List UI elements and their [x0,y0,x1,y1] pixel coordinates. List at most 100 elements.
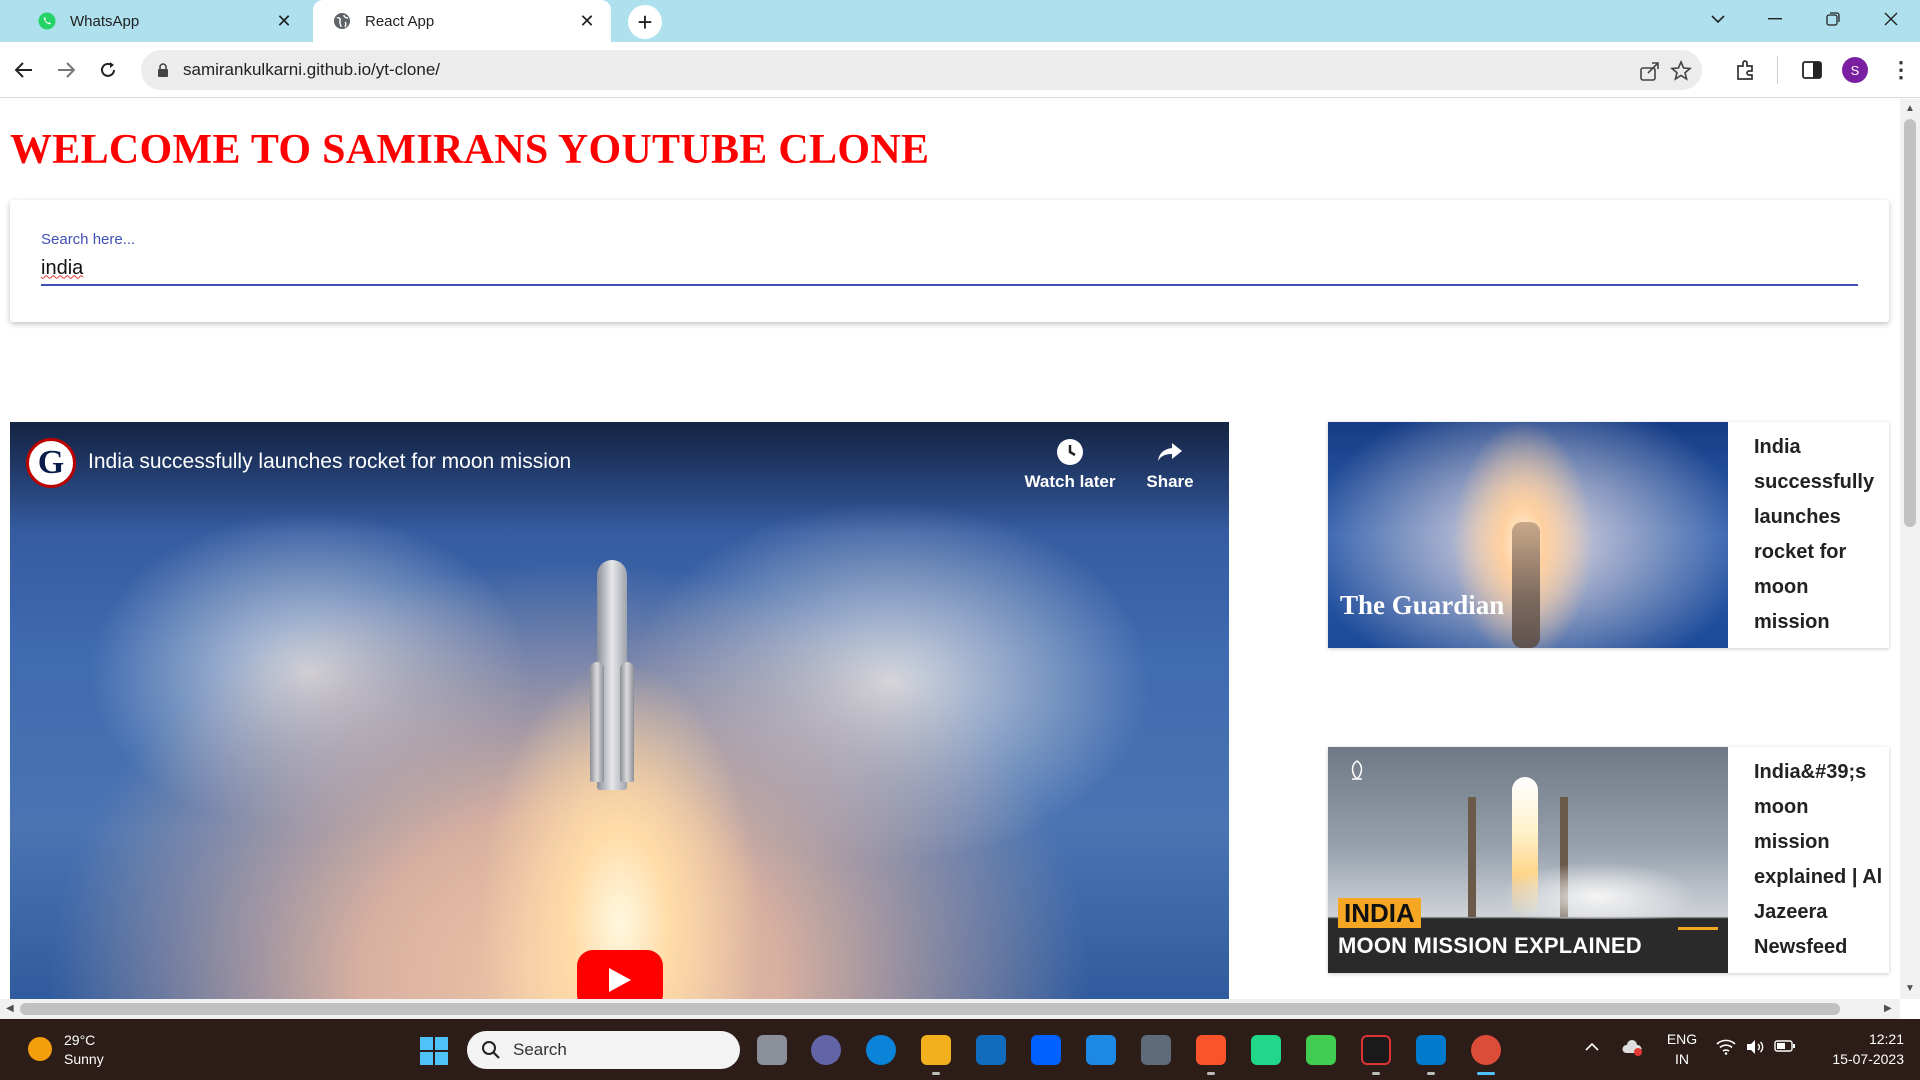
myhp-icon[interactable] [1086,1035,1116,1065]
sun-weather-icon[interactable] [28,1037,52,1061]
video-title[interactable]: India successfully launches rocket for m… [88,450,571,474]
weather-description[interactable]: Sunny [64,1051,104,1067]
video-thumbnail[interactable]: The Guardian [1328,422,1728,648]
volume-icon[interactable] [1745,1039,1765,1059]
minimize-icon[interactable] [1752,0,1798,38]
browser-tab-strip: WhatsApp ✕ React App ✕ + [0,0,1920,42]
browser-menu-icon[interactable]: ⋮ [1890,56,1912,84]
chevron-up-icon[interactable] [1584,1039,1604,1059]
related-video-title[interactable]: India successfully launches rocket for m… [1754,430,1889,640]
search-label: Search here... [41,231,136,248]
mail-icon[interactable] [976,1035,1006,1065]
guardian-logo: The Guardian [1340,590,1505,620]
related-video-item[interactable]: The Guardian India successfully launches… [1328,422,1889,648]
weather-temperature[interactable]: 29°C [64,1032,95,1048]
vertical-scrollbar[interactable]: ▲ ▼ [1900,99,1920,999]
video-player[interactable]: G India successfully launches rocket for… [10,422,1229,999]
whatsapp-icon [38,12,56,30]
address-bar[interactable]: samirankulkarni.github.io/yt-clone/ [141,50,1702,90]
tab-search-chevron-icon[interactable] [1695,0,1741,38]
watch-later-button[interactable]: Watch later [1020,438,1120,492]
brave-browser-icon[interactable] [1196,1035,1226,1065]
tab-title: React App [365,12,435,30]
rocket-booster-left [590,662,604,782]
pycharm-icon[interactable] [1251,1035,1281,1065]
share-page-icon[interactable] [1638,59,1662,83]
scroll-up-arrow-icon[interactable]: ▲ [1905,103,1915,114]
accent-line [1678,927,1718,930]
extensions-puzzle-icon[interactable] [1734,58,1758,82]
search-card: Search here... [10,200,1889,322]
terminal-icon[interactable] [1361,1035,1391,1065]
scroll-left-arrow-icon[interactable]: ◀ [6,1003,14,1014]
play-icon [609,968,631,992]
running-indicator [1372,1072,1380,1075]
profile-avatar[interactable]: S [1842,57,1868,83]
lock-icon [158,63,168,77]
language-region[interactable]: IN [1664,1051,1700,1067]
wifi-icon[interactable] [1716,1039,1736,1059]
scroll-down-arrow-icon[interactable]: ▼ [1905,983,1915,994]
running-indicator [932,1072,940,1075]
close-tab-icon[interactable]: ✕ [274,11,294,32]
reload-icon[interactable] [90,52,126,88]
toolbar-divider [1777,56,1778,84]
qt-creator-icon[interactable] [1306,1035,1336,1065]
play-button[interactable] [577,950,663,999]
windows-start-icon[interactable] [420,1037,448,1065]
chrome-icon[interactable] [1471,1035,1501,1065]
back-arrow-icon[interactable] [6,52,42,88]
globe-icon [334,13,350,29]
thumbnail-caption: MOON MISSION EXPLAINED [1338,933,1642,958]
forward-arrow-icon[interactable] [48,52,84,88]
video-thumbnail[interactable]: INDIA MOON MISSION EXPLAINED [1328,747,1728,973]
language-indicator[interactable]: ENG [1664,1031,1700,1047]
clock-icon [1057,439,1083,465]
channel-avatar[interactable]: G [26,438,76,488]
vertical-scroll-thumb[interactable] [1904,119,1916,527]
calculator-icon[interactable] [1141,1035,1171,1065]
thumbnail-tag: INDIA [1338,898,1421,928]
new-tab-button[interactable]: + [628,5,662,39]
close-tab-icon[interactable]: ✕ [577,11,597,32]
share-arrow-icon [1158,443,1182,461]
bookmark-star-icon[interactable] [1669,59,1693,83]
restore-icon[interactable] [1810,0,1856,38]
tab-react-app[interactable]: React App ✕ [313,0,611,42]
page-content: WELCOME TO SAMIRANS YOUTUBE CLONE Search… [0,99,1900,999]
share-button[interactable]: Share [1120,438,1220,492]
vscode-icon[interactable] [1416,1035,1446,1065]
scroll-right-arrow-icon[interactable]: ▶ [1884,1003,1892,1014]
side-panel-icon[interactable] [1800,58,1824,82]
watch-later-label: Watch later [1024,472,1116,491]
page-title: WELCOME TO SAMIRANS YOUTUBE CLONE [10,127,930,173]
search-icon [482,1041,500,1059]
related-video-item[interactable]: INDIA MOON MISSION EXPLAINED India&#39;s… [1328,747,1889,973]
onedrive-error-icon[interactable] [1622,1039,1642,1059]
al-jazeera-logo-icon [1346,759,1368,781]
active-app-indicator [1477,1072,1495,1075]
dropbox-icon[interactable] [1031,1035,1061,1065]
horizontal-scrollbar[interactable]: ◀ ▶ [0,999,1900,1019]
battery-icon[interactable] [1774,1039,1795,1059]
windows-taskbar: 29°C Sunny Search ENG IN 12:21 15-07-202… [0,1019,1920,1080]
tab-title: WhatsApp [70,12,140,30]
browser-toolbar: samirankulkarni.github.io/yt-clone/ S ⋮ [0,42,1920,98]
clock-date[interactable]: 15-07-2023 [1804,1051,1904,1067]
launch-tower-graphic [1468,797,1476,917]
rocket-booster-right [620,662,634,782]
running-indicator [1427,1072,1435,1075]
close-window-icon[interactable] [1868,0,1914,38]
taskbar-search-box[interactable]: Search [467,1031,740,1069]
tab-whatsapp[interactable]: WhatsApp ✕ [18,0,308,42]
teams-chat-icon[interactable] [811,1035,841,1065]
rocket-smoke-graphic [1512,522,1540,648]
search-input[interactable] [41,252,1858,286]
task-view-icon[interactable] [757,1035,787,1065]
file-explorer-icon[interactable] [921,1035,951,1065]
clock-time[interactable]: 12:21 [1804,1031,1904,1047]
edge-browser-icon[interactable] [866,1035,896,1065]
taskbar-search-placeholder: Search [513,1040,567,1059]
horizontal-scroll-thumb[interactable] [20,1003,1840,1015]
related-video-title[interactable]: India&#39;s moon mission explained | Al … [1754,755,1889,965]
